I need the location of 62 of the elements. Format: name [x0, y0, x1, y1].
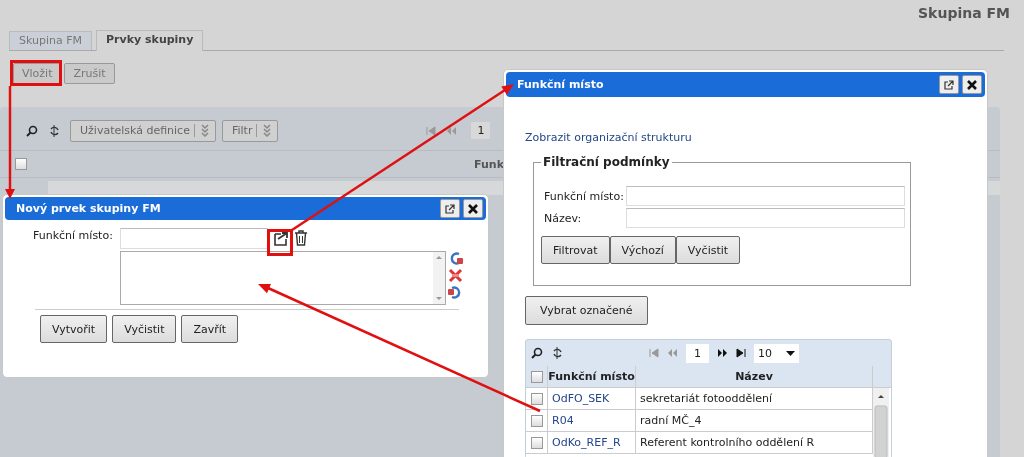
field-label: Název: — [544, 211, 583, 225]
dialog-button[interactable]: Vyčistit — [112, 315, 177, 343]
table-link[interactable]: R04 — [548, 410, 636, 431]
filter-button[interactable]: Vyčistit — [675, 236, 741, 264]
dialog-title: Nový prvek skupiny FM — [16, 202, 161, 215]
cross-icon[interactable] — [448, 268, 463, 283]
popout-button[interactable] — [440, 199, 460, 218]
previous-page-icon[interactable] — [446, 125, 458, 136]
column-header: Funk — [474, 157, 504, 171]
field-label: Funkční místo: — [33, 229, 114, 242]
chevrons-icon — [200, 124, 209, 137]
lookup-icon[interactable] — [272, 230, 290, 248]
dropdown-button[interactable]: Uživatelská definice — [70, 119, 216, 142]
page-number-field[interactable]: 1 — [471, 122, 491, 139]
page-number-field[interactable]: 1 — [686, 343, 709, 363]
scrollbar[interactable] — [873, 388, 889, 457]
panel-legend: Filtrační podmínky — [541, 155, 672, 169]
popout-button[interactable] — [939, 75, 959, 94]
search-icon[interactable] — [26, 124, 38, 137]
caret-icon — [786, 350, 795, 356]
chevrons-icon — [263, 124, 272, 137]
external-link-icon — [445, 203, 455, 214]
last-page-icon[interactable] — [736, 348, 746, 358]
select-button[interactable]: Vybrat označené — [525, 296, 648, 325]
checkbox[interactable] — [15, 158, 27, 170]
input-field[interactable] — [120, 228, 268, 249]
undo-icon[interactable] — [448, 285, 463, 300]
filter-button[interactable]: Výchozí — [609, 236, 676, 264]
table-link[interactable]: OdKo_REF_R — [548, 432, 636, 453]
table-link[interactable]: OdFO_SEK — [548, 388, 636, 409]
scrollbar[interactable] — [433, 252, 445, 304]
column-header: Funkční místo — [548, 366, 636, 387]
link[interactable]: Zobrazit organizační strukturu — [525, 131, 692, 144]
filter-button[interactable]: Filtrovat — [541, 236, 610, 264]
first-page-icon[interactable] — [426, 125, 437, 136]
dialog-button[interactable]: Vytvořit — [40, 315, 108, 343]
close-button[interactable] — [962, 75, 982, 94]
input-field[interactable] — [626, 186, 905, 206]
checkbox[interactable] — [530, 436, 543, 449]
close-icon — [468, 203, 478, 214]
search-icon[interactable] — [531, 347, 543, 359]
refresh-icon[interactable] — [551, 347, 563, 359]
close-icon — [967, 79, 977, 90]
trash-icon[interactable] — [294, 230, 308, 246]
checkbox[interactable] — [530, 414, 543, 427]
checkbox[interactable] — [530, 370, 543, 383]
column-header: Název — [636, 366, 873, 387]
input-field[interactable] — [626, 208, 905, 228]
refresh-icon[interactable] — [48, 124, 60, 137]
highlight-frame — [10, 60, 62, 86]
dialog-button[interactable]: Zavřít — [181, 315, 239, 343]
dropdown-button[interactable]: Filtr — [221, 119, 279, 142]
tab[interactable]: Prvky skupiny — [96, 30, 204, 51]
page-title: Skupina FM — [918, 5, 1010, 23]
page-size-dropdown[interactable]: 10 — [754, 343, 799, 363]
external-link-icon — [944, 79, 954, 90]
checkbox[interactable] — [530, 392, 543, 405]
highlight-frame — [267, 229, 293, 256]
close-button[interactable] — [463, 199, 483, 218]
next-page-icon[interactable] — [717, 348, 728, 358]
field-label: Funkční místo: — [544, 189, 625, 203]
dialog-title: Funkční místo — [517, 78, 604, 91]
